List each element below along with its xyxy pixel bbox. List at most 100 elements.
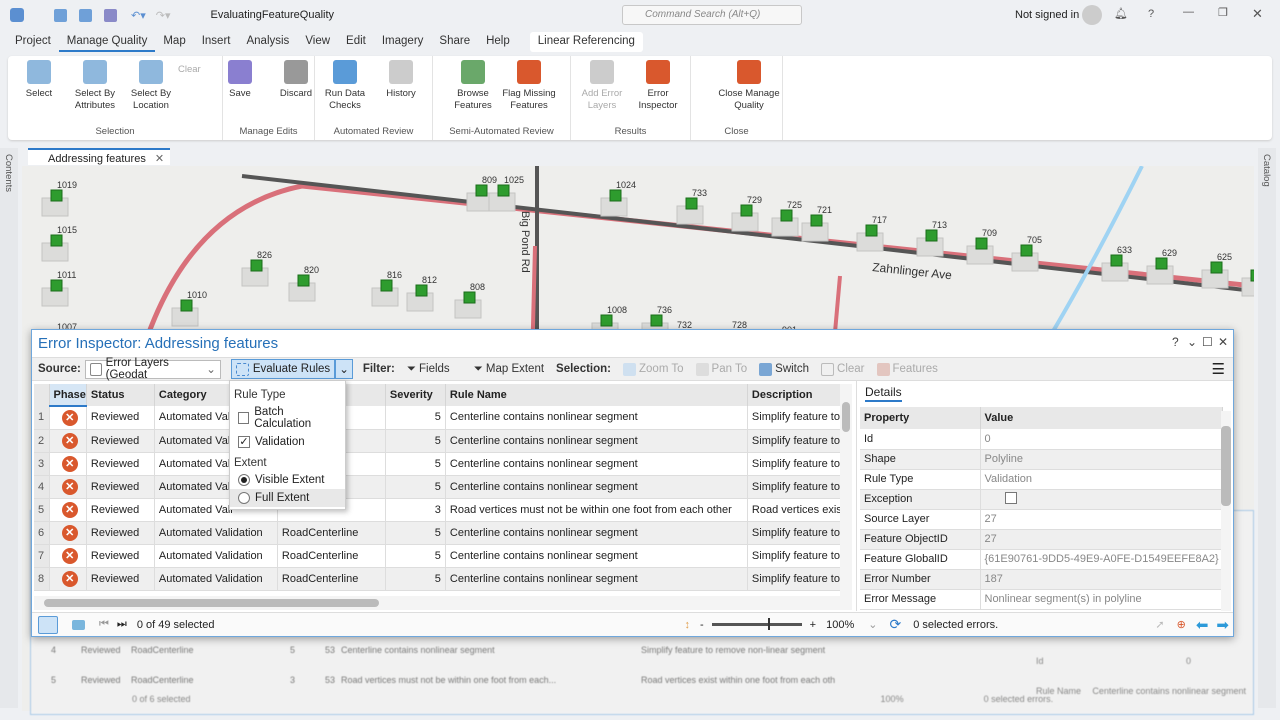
column-header[interactable]: Description — [747, 384, 846, 406]
help-icon[interactable]: ? — [1172, 335, 1179, 349]
maximize-icon[interactable]: ☐ — [1202, 335, 1213, 349]
save-project-icon[interactable] — [104, 8, 117, 22]
map-extent-filter-button[interactable]: ⏷ Map Extent — [474, 363, 544, 376]
close-icon[interactable]: ✕ — [1252, 6, 1263, 22]
select-error-icon[interactable]: ➚ — [1155, 618, 1164, 631]
next-icon[interactable]: ➡ — [1216, 616, 1229, 634]
validation-checkbox[interactable]: ✓ — [238, 436, 250, 448]
row-number[interactable]: 1 — [34, 406, 50, 430]
map-tab[interactable]: Addressing features ✕ — [28, 148, 171, 165]
last-page-icon[interactable]: ⏭ — [117, 618, 127, 631]
error-inspector-button[interactable]: Error Inspector — [631, 60, 685, 112]
flag-missing-features-button[interactable]: Flag Missing Features — [502, 60, 556, 112]
browse-features-button[interactable]: Browse Features — [446, 60, 500, 112]
features-button[interactable]: Features — [876, 362, 938, 376]
zoom-slider[interactable] — [711, 618, 802, 630]
details-scrollbar[interactable] — [1221, 411, 1231, 611]
close-tab-icon[interactable]: ✕ — [155, 153, 164, 165]
command-search-input[interactable]: Command Search (Alt+Q) — [622, 5, 802, 25]
save-button[interactable]: Save — [213, 60, 267, 100]
visible-extent-option[interactable]: Visible Extent — [230, 471, 345, 489]
close-icon[interactable]: ✕ — [1218, 335, 1228, 349]
row-number[interactable]: 3 — [34, 452, 50, 476]
batch-calculation-option[interactable]: Batch Calculation — [230, 403, 345, 433]
row-number[interactable]: 4 — [34, 475, 50, 499]
row-number[interactable]: 2 — [34, 429, 50, 453]
tab-manage-quality[interactable]: Manage Quality — [58, 32, 156, 52]
tab-project[interactable]: Project — [7, 32, 59, 52]
avatar[interactable] — [1082, 5, 1102, 25]
evaluate-rules-button[interactable]: Evaluate Rules — [230, 359, 336, 379]
tab-imagery[interactable]: Imagery — [374, 32, 432, 52]
fields-filter-button[interactable]: ⏷ Fields — [407, 363, 450, 376]
zoom-to-button[interactable]: Zoom To — [623, 362, 684, 376]
column-header[interactable]: Status — [86, 384, 155, 406]
undo-icon[interactable]: ↶▾ — [131, 9, 146, 22]
tab-linear-referencing[interactable]: Linear Referencing — [529, 32, 643, 52]
table-row[interactable]: 5 ✕ Reviewed Automated Vali 3 Road vertices m… — [34, 498, 846, 522]
tab-view[interactable]: View — [297, 32, 338, 52]
add-error-layers-button[interactable]: Add Error Layers — [575, 60, 629, 112]
tab-map[interactable]: Map — [155, 32, 193, 52]
bell-icon[interactable]: 🔔︎ — [1114, 7, 1128, 20]
open-icon[interactable] — [79, 8, 92, 22]
table-row[interactable]: 4 ✕ Reviewed Automated Vali 5 Centerline cont… — [34, 475, 846, 499]
pan-to-button[interactable]: Pan To — [695, 362, 747, 376]
tab-share[interactable]: Share — [431, 32, 478, 52]
zoom-error-icon[interactable]: ⊕ — [1177, 618, 1186, 631]
column-header[interactable]: Rule Name — [445, 384, 748, 406]
run-data-checks-button[interactable]: Run Data Checks — [318, 60, 372, 112]
source-dropdown[interactable]: Error Layers (Geodat ⌄ — [84, 357, 221, 381]
table-row[interactable]: 8 ✕ Reviewed Automated Validation RoadCenter… — [34, 567, 846, 591]
row-number[interactable]: 8 — [34, 567, 50, 591]
switch-button[interactable]: Switch — [759, 362, 809, 376]
history-button[interactable]: History — [374, 60, 428, 100]
table-row[interactable]: 1 ✕ Reviewed Automated Vali 5 Centerline cont… — [34, 406, 846, 430]
help-icon[interactable]: ? — [1148, 8, 1154, 20]
project-name[interactable]: EvaluatingFeatureQuality — [211, 9, 335, 21]
signin-status[interactable]: Not signed in — [1015, 9, 1079, 21]
first-page-icon[interactable]: ⏮ — [99, 618, 109, 631]
row-number[interactable]: 6 — [34, 521, 50, 545]
tab-help[interactable]: Help — [478, 32, 518, 52]
zoom-out-icon[interactable]: - — [700, 619, 704, 631]
column-header[interactable]: Severity — [385, 384, 446, 406]
table-horizontal-scrollbar[interactable] — [34, 596, 852, 610]
chevron-down-icon[interactable]: ⌄ — [1187, 335, 1197, 349]
table-vertical-scrollbar[interactable] — [840, 384, 852, 596]
row-number[interactable]: 5 — [34, 498, 50, 522]
tab-edit[interactable]: Edit — [338, 32, 374, 52]
list-view-icon[interactable] — [72, 619, 85, 630]
batch-checkbox[interactable] — [238, 412, 250, 424]
minimize-icon[interactable]: — — [1183, 6, 1194, 18]
menu-icon[interactable]: ☰ — [1212, 360, 1225, 378]
table-row[interactable]: 3 ✕ Reviewed Automated Vali 5 Centerline cont… — [34, 452, 846, 476]
catalog-pane-tab[interactable]: Catalog — [1258, 148, 1276, 708]
full-extent-option[interactable]: Full Extent — [230, 489, 345, 507]
evaluate-dropdown-arrow[interactable]: ⌄ — [335, 359, 353, 379]
zoom-level[interactable]: 100% — [826, 619, 854, 631]
close-manage-quality-button[interactable]: Close Manage Quality — [709, 60, 789, 112]
column-header[interactable]: Phase — [49, 384, 87, 407]
new-project-icon[interactable] — [54, 8, 67, 22]
tab-analysis[interactable]: Analysis — [238, 32, 297, 52]
refresh-icon[interactable]: ⟳ — [889, 616, 901, 633]
contents-pane-tab[interactable]: Contents — [0, 148, 18, 708]
table-row[interactable]: 7 ✕ Reviewed Automated Validation RoadCenter… — [34, 544, 846, 568]
full-extent-radio[interactable] — [238, 492, 250, 504]
select-by-location-button[interactable]: Select By Location — [124, 60, 178, 112]
clear-button[interactable]: Clear — [821, 362, 865, 376]
restore-icon[interactable]: ❐ — [1218, 6, 1228, 19]
redo-icon[interactable]: ↷▾ — [156, 9, 171, 22]
select-by-attributes-button[interactable]: Select By Attributes — [68, 60, 122, 112]
zoom-in-icon[interactable]: + — [810, 619, 816, 631]
table-row[interactable]: 2 ✕ Reviewed Automated Vali 5 Centerline cont… — [34, 429, 846, 453]
select-button[interactable]: Select — [12, 60, 66, 100]
row-number[interactable]: 7 — [34, 544, 50, 568]
tab-details[interactable]: Details — [865, 385, 902, 402]
sort-icon[interactable]: ↕ — [684, 619, 690, 631]
zoom-dropdown-icon[interactable]: ⌄ — [868, 618, 877, 631]
clear-selection-button[interactable]: Clear — [178, 64, 201, 75]
validation-option[interactable]: ✓ Validation — [230, 433, 345, 451]
visible-extent-radio[interactable] — [238, 474, 250, 486]
